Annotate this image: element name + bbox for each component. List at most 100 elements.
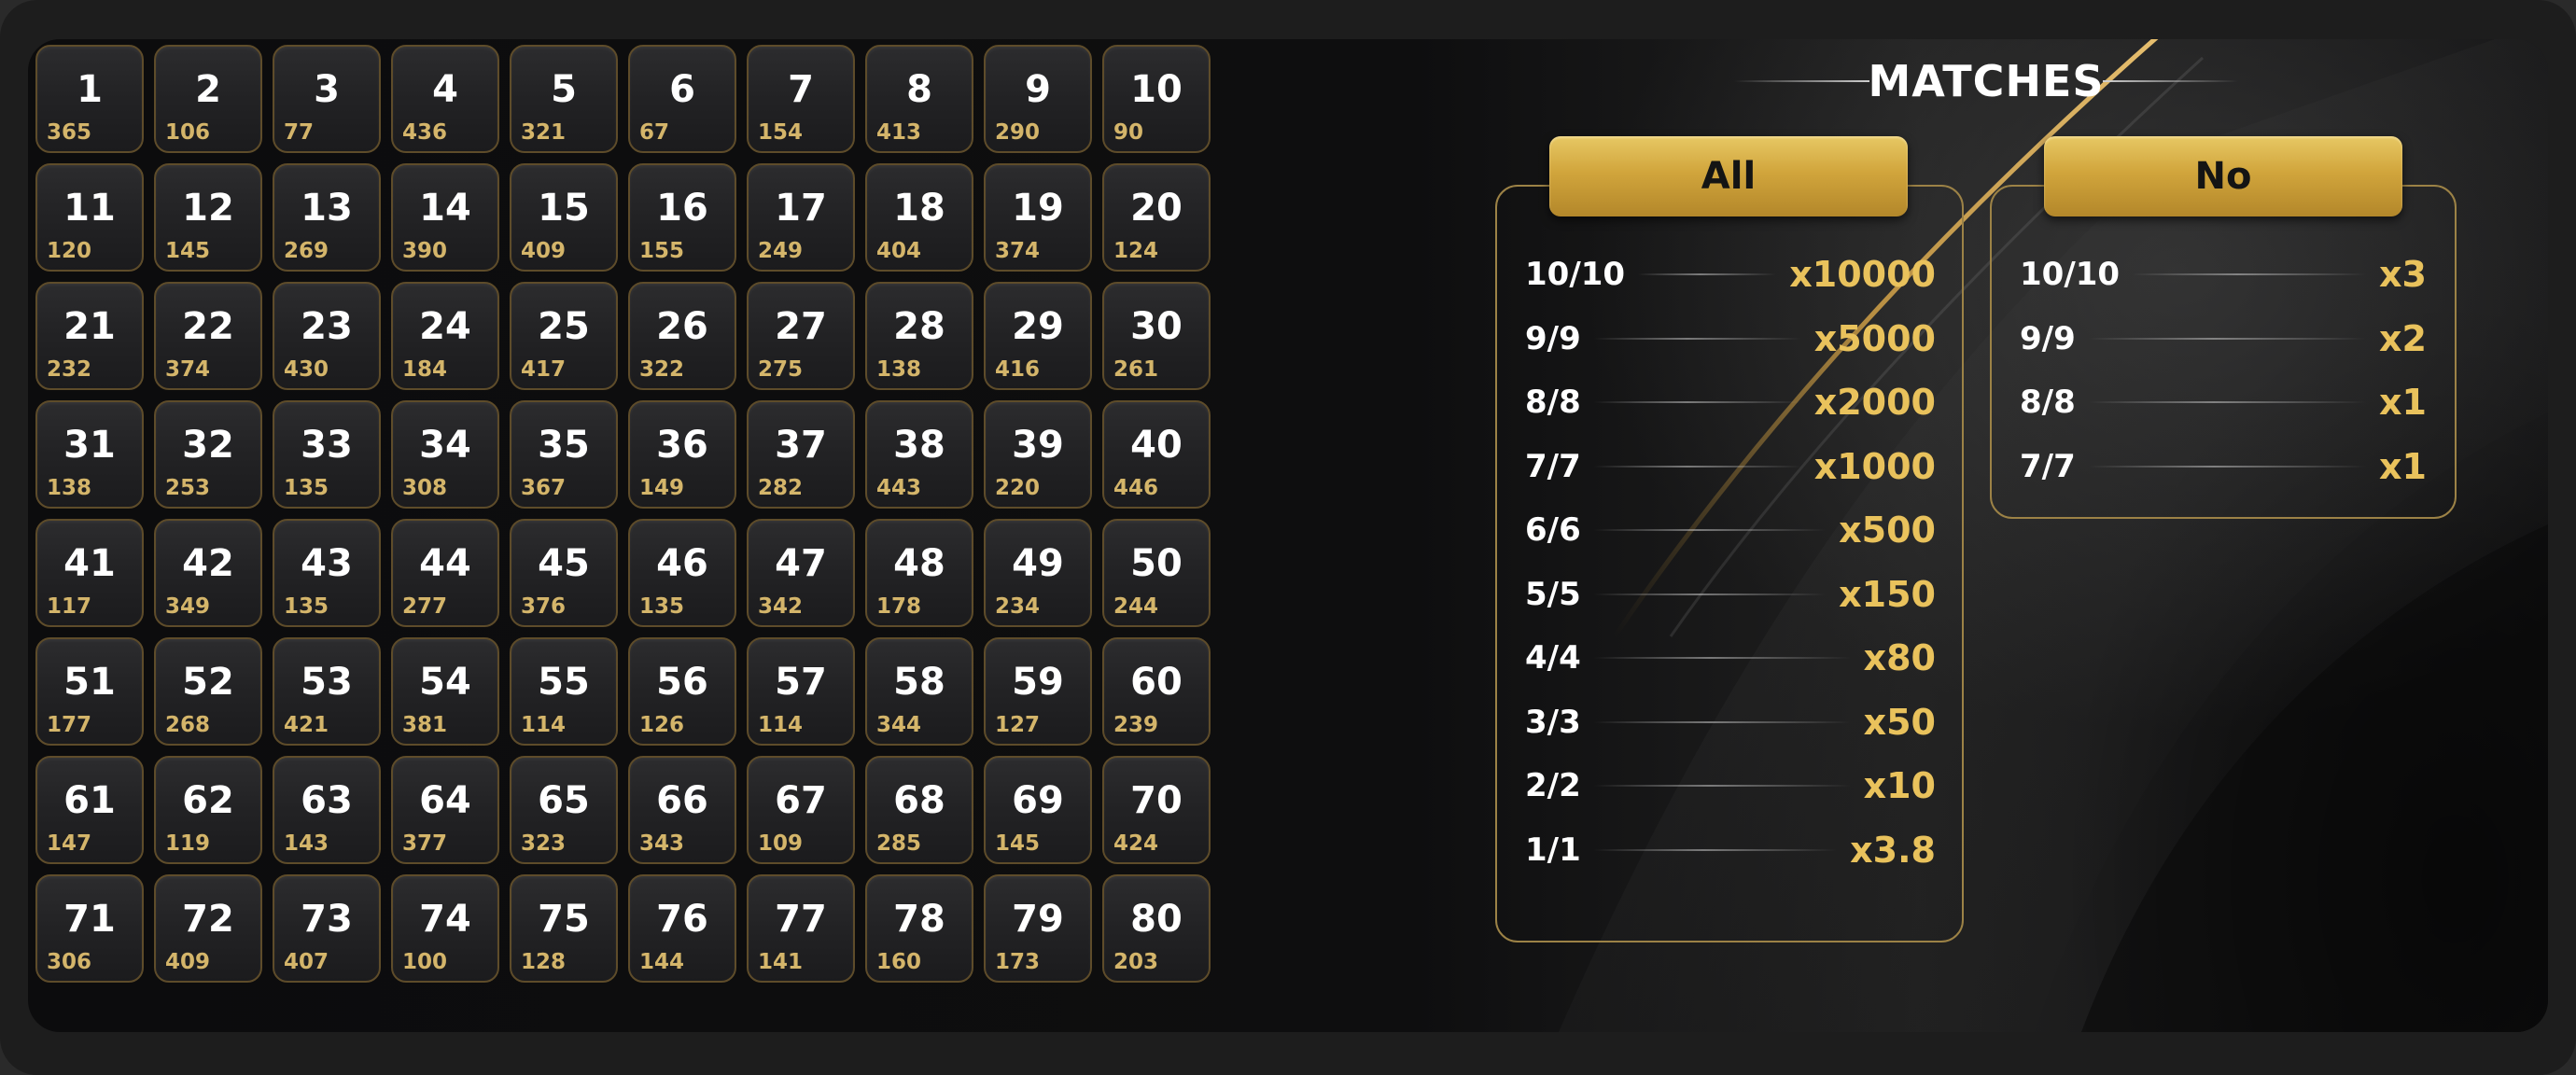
payout-multiplier: x150 — [1839, 573, 1936, 615]
number-cell[interactable]: 31 138 — [35, 400, 144, 509]
number-cell[interactable]: 69 145 — [984, 756, 1092, 864]
number-cell[interactable]: 26 322 — [628, 282, 736, 390]
number-cell[interactable]: 35 367 — [510, 400, 618, 509]
number-cell[interactable]: 11 120 — [35, 163, 144, 272]
number-cell[interactable]: 20 124 — [1102, 163, 1211, 272]
number-cell[interactable]: 14 390 — [391, 163, 499, 272]
number-cell[interactable]: 75 128 — [510, 874, 618, 983]
number-cell[interactable]: 42 349 — [154, 519, 262, 627]
number-cell[interactable]: 77 141 — [747, 874, 855, 983]
number-cell[interactable]: 39 220 — [984, 400, 1092, 509]
number-cell[interactable]: 12 145 — [154, 163, 262, 272]
number-cell[interactable]: 66 343 — [628, 756, 736, 864]
cell-number: 47 — [775, 542, 827, 585]
number-cell[interactable]: 22 374 — [154, 282, 262, 390]
number-cell[interactable]: 56 126 — [628, 637, 736, 746]
cell-number: 76 — [656, 898, 708, 941]
number-cell[interactable]: 8 413 — [865, 45, 973, 153]
number-cell[interactable]: 18 404 — [865, 163, 973, 272]
tab-no[interactable]: No — [2044, 136, 2402, 216]
number-cell[interactable]: 9 290 — [984, 45, 1092, 153]
cell-count: 147 — [47, 831, 92, 856]
number-cell[interactable]: 48 178 — [865, 519, 973, 627]
number-cell[interactable]: 71 306 — [35, 874, 144, 983]
number-cell[interactable]: 72 409 — [154, 874, 262, 983]
number-cell[interactable]: 45 376 — [510, 519, 618, 627]
matches-header: MATCHES — [1715, 52, 2257, 106]
number-cell[interactable]: 2 106 — [154, 45, 262, 153]
number-cell[interactable]: 50 244 — [1102, 519, 1211, 627]
number-cell[interactable]: 6 67 — [628, 45, 736, 153]
number-cell[interactable]: 59 127 — [984, 637, 1092, 746]
number-cell[interactable]: 19 374 — [984, 163, 1092, 272]
number-cell[interactable]: 51 177 — [35, 637, 144, 746]
row-divider — [2088, 465, 2367, 468]
number-cell[interactable]: 5 321 — [510, 45, 618, 153]
number-cell[interactable]: 13 269 — [273, 163, 381, 272]
tab-all[interactable]: All — [1549, 136, 1908, 216]
number-cell[interactable]: 47 342 — [747, 519, 855, 627]
number-cell[interactable]: 44 277 — [391, 519, 499, 627]
number-cell[interactable]: 10 90 — [1102, 45, 1211, 153]
number-cell[interactable]: 21 232 — [35, 282, 144, 390]
number-cell[interactable]: 58 344 — [865, 637, 973, 746]
number-cell[interactable]: 78 160 — [865, 874, 973, 983]
number-cell[interactable]: 62 119 — [154, 756, 262, 864]
number-cell[interactable]: 43 135 — [273, 519, 381, 627]
number-cell[interactable]: 63 143 — [273, 756, 381, 864]
number-cell[interactable]: 4 436 — [391, 45, 499, 153]
number-cell[interactable]: 54 381 — [391, 637, 499, 746]
payout-row: 9/9 x2 — [2020, 307, 2427, 371]
row-divider — [2133, 273, 2367, 276]
number-cell[interactable]: 52 268 — [154, 637, 262, 746]
number-cell[interactable]: 64 377 — [391, 756, 499, 864]
cell-count: 446 — [1113, 476, 1159, 500]
number-cell[interactable]: 60 239 — [1102, 637, 1211, 746]
cell-number: 71 — [63, 898, 116, 941]
number-cell[interactable]: 49 234 — [984, 519, 1092, 627]
number-cell[interactable]: 61 147 — [35, 756, 144, 864]
number-cell[interactable]: 57 114 — [747, 637, 855, 746]
cell-number: 59 — [1012, 661, 1064, 704]
number-cell[interactable]: 16 155 — [628, 163, 736, 272]
number-cell[interactable]: 34 308 — [391, 400, 499, 509]
number-cell[interactable]: 3 77 — [273, 45, 381, 153]
number-cell[interactable]: 15 409 — [510, 163, 618, 272]
number-cell[interactable]: 33 135 — [273, 400, 381, 509]
number-cell[interactable]: 1 365 — [35, 45, 144, 153]
number-cell[interactable]: 17 249 — [747, 163, 855, 272]
number-cell[interactable]: 76 144 — [628, 874, 736, 983]
number-cell[interactable]: 79 173 — [984, 874, 1092, 983]
number-cell[interactable]: 67 109 — [747, 756, 855, 864]
number-cell[interactable]: 25 417 — [510, 282, 618, 390]
number-cell[interactable]: 23 430 — [273, 282, 381, 390]
number-cell[interactable]: 41 117 — [35, 519, 144, 627]
cell-count: 126 — [639, 713, 685, 737]
number-cell[interactable]: 29 416 — [984, 282, 1092, 390]
number-cell[interactable]: 38 443 — [865, 400, 973, 509]
cell-number: 75 — [538, 898, 590, 941]
number-cell[interactable]: 80 203 — [1102, 874, 1211, 983]
number-cell[interactable]: 7 154 — [747, 45, 855, 153]
number-cell[interactable]: 65 323 — [510, 756, 618, 864]
number-cell[interactable]: 70 424 — [1102, 756, 1211, 864]
number-cell[interactable]: 74 100 — [391, 874, 499, 983]
number-cell[interactable]: 36 149 — [628, 400, 736, 509]
number-cell[interactable]: 37 282 — [747, 400, 855, 509]
number-cell[interactable]: 24 184 — [391, 282, 499, 390]
cell-number: 43 — [301, 542, 353, 585]
number-cell[interactable]: 30 261 — [1102, 282, 1211, 390]
cell-number: 16 — [656, 187, 708, 230]
number-cell[interactable]: 27 275 — [747, 282, 855, 390]
number-cell[interactable]: 68 285 — [865, 756, 973, 864]
row-divider — [1593, 785, 1851, 788]
number-cell[interactable]: 32 253 — [154, 400, 262, 509]
payout-row: 6/6 x500 — [1525, 498, 1936, 563]
cell-number: 38 — [893, 424, 945, 467]
number-cell[interactable]: 28 138 — [865, 282, 973, 390]
number-cell[interactable]: 73 407 — [273, 874, 381, 983]
number-cell[interactable]: 46 135 — [628, 519, 736, 627]
number-cell[interactable]: 55 114 — [510, 637, 618, 746]
number-cell[interactable]: 53 421 — [273, 637, 381, 746]
number-cell[interactable]: 40 446 — [1102, 400, 1211, 509]
